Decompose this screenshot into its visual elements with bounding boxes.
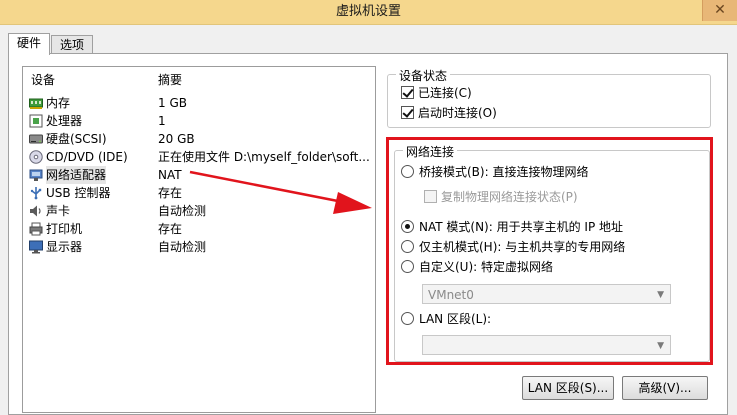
nat-mode-radio[interactable]: NAT 模式(N): 用于共享主机的 IP 地址 (401, 218, 623, 236)
column-header-summary[interactable]: 摘要 (158, 71, 182, 88)
connected-checkbox[interactable]: 已连接(C) (401, 84, 472, 102)
device-summary: 自动检测 (158, 204, 207, 218)
device-row-hard-disk[interactable]: 硬盘(SCSI) 20 GB (23, 130, 375, 148)
device-summary: 20 GB (158, 132, 195, 146)
custom-network-label: 自定义(U): 特定虚拟网络 (419, 260, 554, 274)
bridged-mode-radio[interactable]: 桥接模式(B): 直接连接物理网络 (401, 163, 588, 181)
device-status-legend: 设备状态 (396, 67, 451, 84)
custom-network-dropdown[interactable]: VMnet0 ▼ (422, 284, 671, 304)
device-name: 处理器 (46, 114, 83, 128)
hard-disk-icon (29, 134, 43, 144)
display-icon (29, 240, 43, 254)
device-name: 网络适配器 (46, 166, 107, 184)
device-name: CD/DVD (IDE) (46, 150, 128, 164)
memory-icon (29, 98, 43, 109)
replicate-physical-state-checkbox-box[interactable] (424, 190, 437, 203)
connect-at-power-on-label: 启动时连接(O) (418, 106, 497, 120)
close-button[interactable]: ✕ (702, 0, 737, 21)
sound-card-icon (30, 205, 41, 217)
device-name: 硬盘(SCSI) (46, 132, 107, 146)
device-name: USB 控制器 (46, 186, 111, 200)
connected-checkbox-box[interactable] (401, 86, 414, 99)
custom-network-value: VMnet0 (428, 288, 474, 302)
bridged-mode-radio-button[interactable] (401, 165, 414, 178)
title-bar: 虚拟机设置 ✕ (0, 0, 737, 25)
device-list[interactable]: 设备 摘要 内存 1 GB 处理器 1 硬盘(SCSI) 20 GB CD/DV… (22, 66, 376, 413)
device-row-usb-controller[interactable]: USB 控制器 存在 (23, 184, 375, 202)
device-summary: 存在 (158, 186, 183, 200)
window-title: 虚拟机设置 (335, 4, 401, 19)
device-summary: NAT (158, 168, 182, 182)
device-summary: 存在 (158, 222, 183, 236)
advanced-button[interactable]: 高级(V)... (622, 376, 708, 400)
nat-mode-label: NAT 模式(N): 用于共享主机的 IP 地址 (419, 220, 624, 234)
device-row-memory[interactable]: 内存 1 GB (23, 94, 375, 112)
device-name: 声卡 (46, 204, 71, 218)
replicate-physical-state-checkbox[interactable]: 复制物理网络连接状态(P) (424, 188, 578, 206)
custom-network-radio-button[interactable] (401, 260, 414, 273)
device-name: 内存 (46, 96, 71, 110)
replicate-physical-state-label: 复制物理网络连接状态(P) (441, 190, 578, 204)
tab-options[interactable]: 选项 (51, 35, 94, 54)
processor-icon (29, 114, 43, 128)
device-name: 打印机 (46, 222, 83, 236)
device-row-cd-dvd[interactable]: CD/DVD (IDE) 正在使用文件 D:\myself_folder\sof… (23, 148, 375, 166)
device-list-header: 设备 摘要 (23, 67, 375, 87)
network-connection-group: 网络连接 (394, 143, 710, 362)
device-row-processor[interactable]: 处理器 1 (23, 112, 375, 130)
device-row-sound-card[interactable]: 声卡 自动检测 (23, 202, 375, 220)
chevron-down-icon: ▼ (657, 341, 664, 351)
device-summary: 自动检测 (158, 240, 207, 254)
connect-at-power-on-checkbox-box[interactable] (401, 106, 414, 119)
cd-dvd-icon (29, 150, 43, 164)
device-row-network-adapter[interactable]: 网络适配器 NAT (23, 166, 375, 184)
bridged-mode-label: 桥接模式(B): 直接连接物理网络 (419, 165, 589, 179)
device-name: 显示器 (46, 240, 83, 254)
device-summary: 正在使用文件 D:\myself_folder\soft... (158, 150, 370, 164)
nat-mode-radio-button[interactable] (401, 220, 414, 233)
device-summary: 1 (158, 114, 166, 128)
printer-icon (29, 222, 43, 236)
lan-segment-label: LAN 区段(L): (419, 312, 492, 326)
host-only-mode-radio-button[interactable] (401, 240, 414, 253)
lan-segment-radio-button[interactable] (401, 312, 414, 325)
connected-label: 已连接(C) (418, 86, 472, 100)
tab-hardware[interactable]: 硬件 (8, 33, 51, 55)
column-header-device[interactable]: 设备 (31, 71, 55, 88)
network-adapter-icon (29, 169, 43, 181)
lan-segment-dropdown[interactable]: ▼ (422, 335, 671, 355)
network-connection-legend: 网络连接 (403, 143, 458, 160)
connect-at-power-on-checkbox[interactable]: 启动时连接(O) (401, 104, 497, 122)
close-icon: ✕ (714, 2, 726, 18)
device-row-printer[interactable]: 打印机 存在 (23, 220, 375, 238)
device-summary: 1 GB (158, 96, 187, 110)
host-only-mode-radio[interactable]: 仅主机模式(H): 与主机共享的专用网络 (401, 238, 625, 256)
lan-segment-radio[interactable]: LAN 区段(L): (401, 310, 491, 328)
device-row-display[interactable]: 显示器 自动检测 (23, 238, 375, 256)
usb-icon (30, 187, 42, 200)
chevron-down-icon: ▼ (657, 290, 664, 300)
custom-network-radio[interactable]: 自定义(U): 特定虚拟网络 (401, 258, 553, 276)
lan-segments-button[interactable]: LAN 区段(S)... (522, 376, 614, 400)
host-only-mode-label: 仅主机模式(H): 与主机共享的专用网络 (419, 240, 626, 254)
